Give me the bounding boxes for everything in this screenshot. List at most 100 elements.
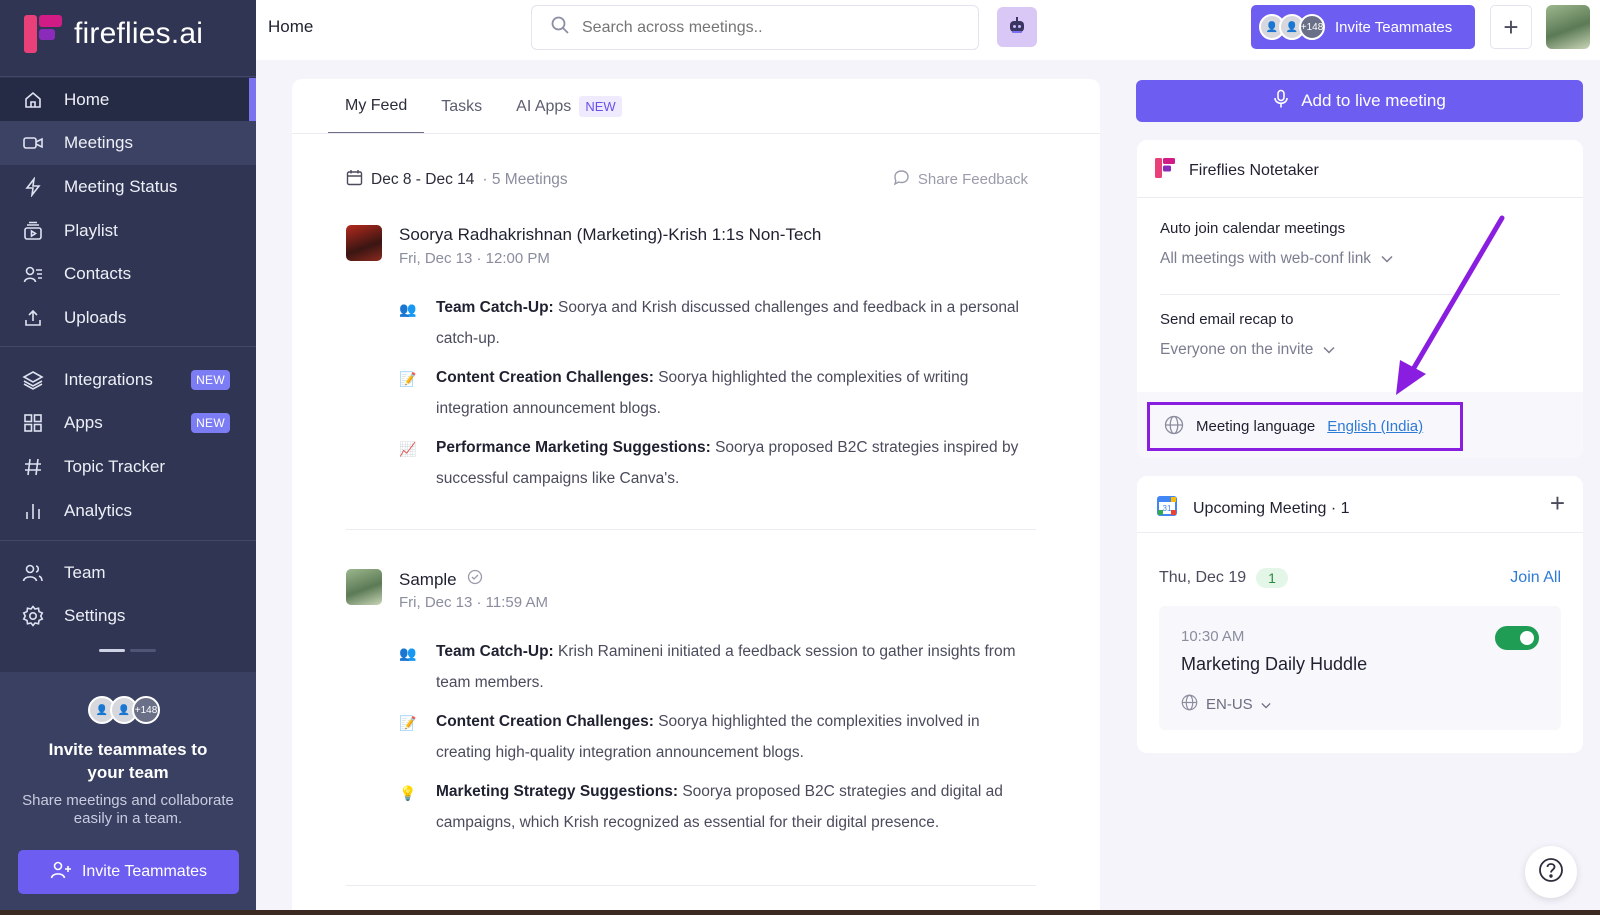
sidebar-item-apps[interactable]: Apps NEW [0,401,256,445]
hashtag-icon [22,456,44,478]
team-icon: 👥 [399,301,417,317]
question-mark-icon [1538,857,1564,888]
divider [346,885,1036,886]
invite-button-label: Invite Teammates [81,863,208,880]
divider [1137,197,1583,198]
bar-chart-icon [22,500,44,522]
sidebar-item-meeting-status[interactable]: Meeting Status [0,165,256,209]
google-calendar-icon: 31 [1157,496,1177,521]
add-to-live-meeting-button[interactable]: Add to live meeting [1136,80,1583,122]
sidebar-item-analytics[interactable]: Analytics [0,489,256,533]
robot-icon [1006,14,1028,41]
sidebar-item-playlist[interactable]: Playlist [0,209,256,253]
notetaker-title: Fireflies Notetaker [1189,161,1319,179]
help-button[interactable] [1525,846,1577,898]
email-recap-select[interactable]: Everyone on the invite [1160,341,1335,359]
tab-my-feed[interactable]: My Feed [328,79,425,134]
sidebar-item-label: Team [64,563,106,582]
meeting-title-text: Sample [399,569,457,589]
sidebar-item-settings[interactable]: Settings [0,594,256,638]
summary-bullet: 📝 Content Creation Challenges: Soorya hi… [399,369,1039,424]
meeting-title[interactable]: Soorya Radhakrishnan (Marketing)-Krish 1… [399,225,821,245]
tab-ai-apps[interactable]: AI Apps NEW [499,79,639,134]
bullet-heading: Content Creation Challenges: [436,713,654,730]
top-invite-teammates-button[interactable]: 👤 👤 +148 Invite Teammates [1251,5,1475,49]
invite-teammates-button[interactable]: Invite Teammates [18,850,239,894]
tab-label: My Feed [345,96,408,114]
summary-bullet: 👥 Team Catch-Up: Krish Ramineni initiate… [399,643,1039,698]
join-all-link[interactable]: Join All [1510,569,1561,587]
scroll-indicator[interactable] [130,649,156,652]
upcoming-title: Upcoming Meeting · 1 [1193,499,1350,517]
auto-join-select[interactable]: All meetings with web-conf link [1160,250,1393,268]
meeting-language-select[interactable]: EN-US [1181,694,1271,715]
divider [0,346,256,347]
date-range-header: Dec 8 - Dec 14 · 5 Meetings [346,169,568,191]
tab-label: AI Apps [516,97,572,115]
new-badge: NEW [579,96,622,117]
add-meeting-button[interactable]: + [1550,488,1565,519]
svg-text:31: 31 [1163,504,1172,513]
sidebar-item-home[interactable]: Home [0,78,256,122]
ai-assistant-button[interactable] [997,7,1037,47]
scroll-indicator[interactable] [99,649,125,652]
fireflies-logo-icon [1155,158,1175,183]
sidebar-item-label: Apps [64,413,103,432]
sidebar-item-team[interactable]: Team [0,551,256,595]
sidebar-item-uploads[interactable]: Uploads [0,296,256,340]
meeting-language-link[interactable]: English (India) [1327,418,1423,435]
lightning-icon [22,176,44,198]
tab-tasks[interactable]: Tasks [424,79,499,134]
upcoming-header: 31 Upcoming Meeting · 1 [1157,496,1350,521]
auto-join-value: All meetings with web-conf link [1160,250,1372,267]
gear-icon [22,605,44,627]
meeting-title[interactable]: Sample [399,569,483,590]
sidebar-item-label: Integrations [64,370,153,389]
upcoming-meeting-title: Marketing Daily Huddle [1181,654,1368,674]
sidebar-item-integrations[interactable]: Integrations NEW [0,358,256,402]
chevron-down-icon [1381,250,1393,268]
divider [292,133,1100,134]
layers-icon [22,369,44,391]
divider [1137,532,1583,533]
team-icon [22,562,44,584]
logo-text: fireflies.ai [74,17,204,50]
chat-bubble-icon [893,169,910,190]
user-avatar[interactable] [1546,5,1590,49]
meeting-language-value: EN-US [1206,696,1253,713]
bullet-heading: Performance Marketing Suggestions: [436,439,711,456]
page-title: Home [268,17,314,36]
sidebar-item-contacts[interactable]: Contacts [0,252,256,296]
sidebar-item-meetings[interactable]: Meetings [0,121,256,165]
home-icon [22,89,44,111]
notetaker-header: Fireflies Notetaker [1155,158,1319,183]
share-feedback-link[interactable]: Share Feedback [893,169,1028,190]
meeting-language-row: Meeting language English (India) [1137,392,1583,458]
summary-bullet: 📈 Performance Marketing Suggestions: Soo… [399,439,1039,494]
upcoming-count-badge: 1 [1256,568,1288,588]
summary-bullet: 📝 Content Creation Challenges: Soorya hi… [399,713,1039,768]
add-live-label: Add to live meeting [1301,91,1446,110]
bullet-heading: Content Creation Challenges: [436,369,654,386]
chevron-down-icon [1323,341,1335,359]
meeting-language-highlight: Meeting language English (India) [1147,402,1463,451]
sidebar-item-label: Analytics [64,501,133,520]
grid-icon [22,412,44,434]
upcoming-meeting-item[interactable]: 10:30 AM Marketing Daily Huddle EN-US [1159,606,1561,730]
search-input[interactable] [582,18,962,37]
upload-icon [22,307,44,329]
team-icon: 👥 [399,645,417,661]
fireflies-logo-icon [24,15,62,53]
notetaker-card: Fireflies Notetaker Auto join calendar m… [1137,140,1583,458]
summary-bullet: 👥 Team Catch-Up: Soorya and Krish discus… [399,299,1039,354]
search-box[interactable] [531,5,979,50]
sidebar-item-topic-tracker[interactable]: Topic Tracker [0,445,256,489]
tab-label: Tasks [441,97,483,115]
add-button[interactable]: + [1490,5,1532,49]
invite-button-label: Invite Teammates [1335,18,1453,36]
record-toggle[interactable] [1495,626,1539,650]
taskbar-edge [0,910,1600,915]
calendar-icon [346,169,363,191]
app-logo[interactable]: fireflies.ai [24,12,203,56]
new-badge: NEW [191,413,230,433]
